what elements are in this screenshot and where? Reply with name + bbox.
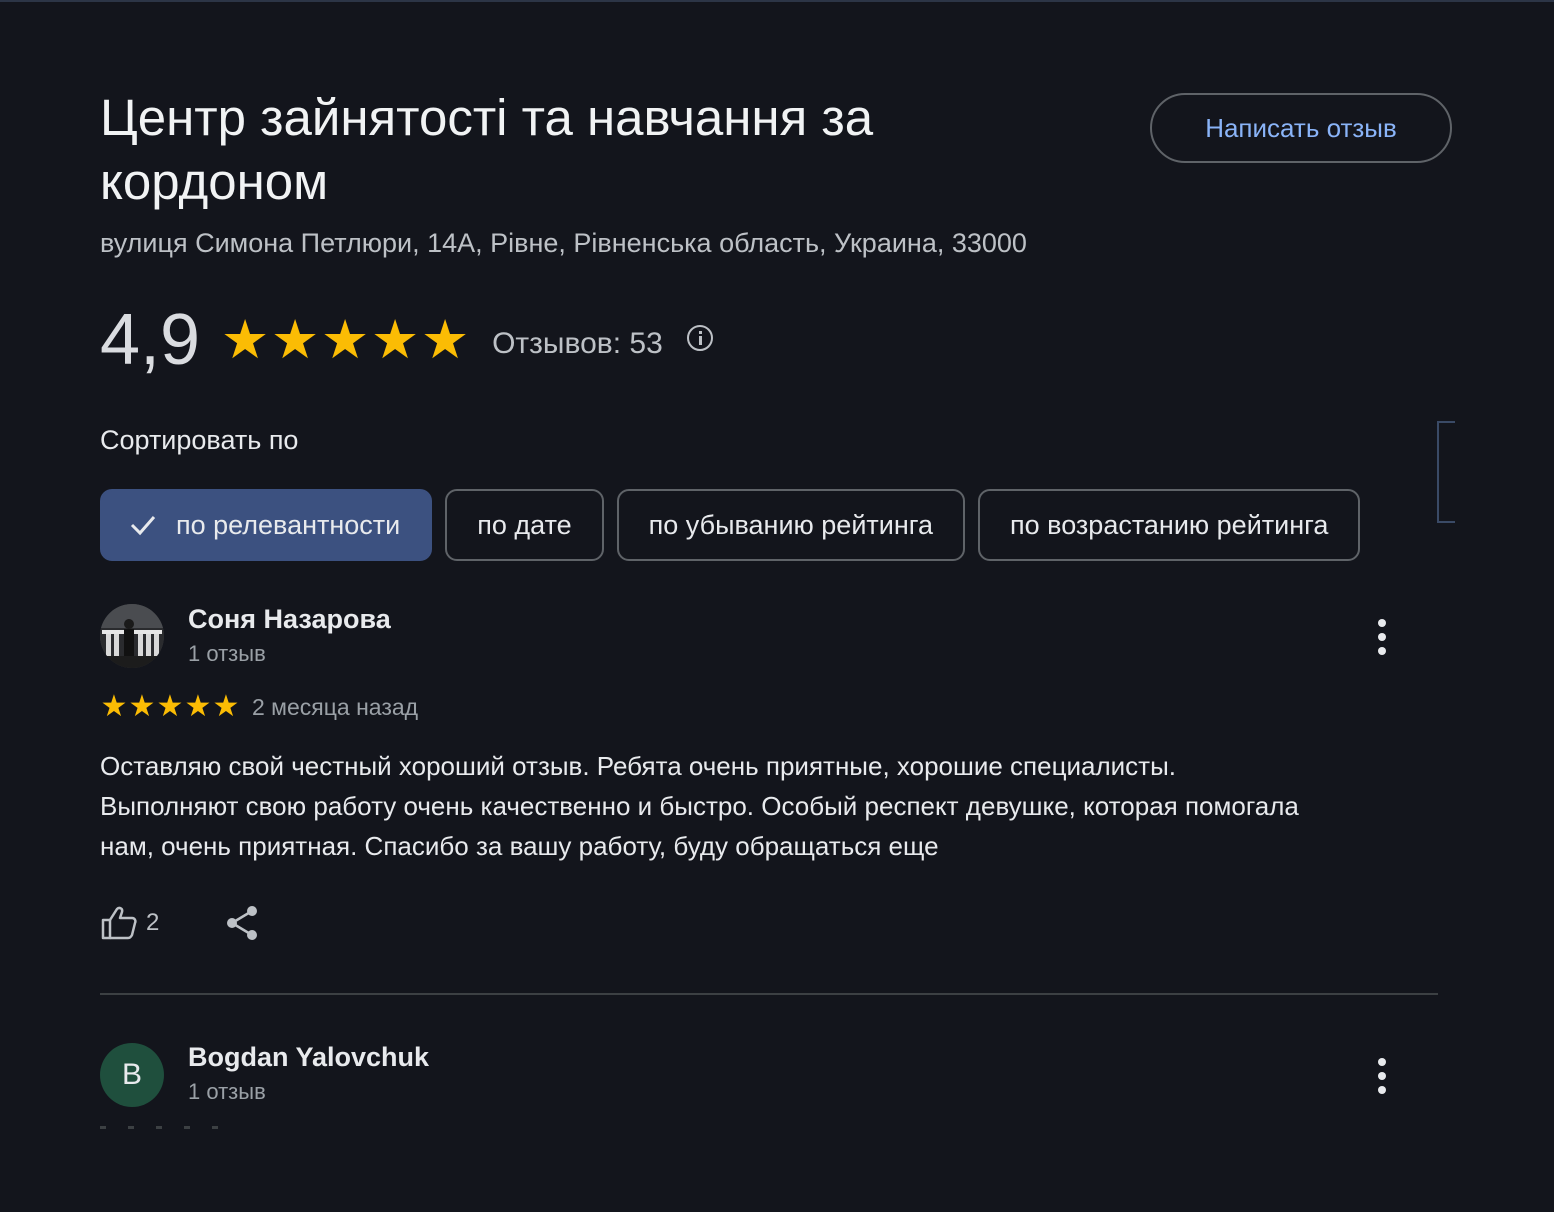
review-count: Отзывов: 53 — [492, 327, 663, 360]
star-icon: ★ — [420, 310, 470, 370]
sort-chip-rating-desc[interactable]: по убыванию рейтинга — [616, 489, 966, 561]
review-date: 2 месяца назад — [252, 693, 419, 720]
star-icon: ★ — [320, 310, 370, 370]
sort-chip-label: по возрастанию рейтинга — [1010, 509, 1329, 540]
review-actions: 2 — [100, 905, 259, 941]
reviewer-name[interactable]: Соня Назарова — [188, 604, 391, 635]
rating-value: 4,9 — [100, 300, 201, 380]
review-rating: ★ ★ ★ ★ ★ 2 месяца назад — [100, 690, 419, 724]
info-icon[interactable] — [686, 325, 713, 351]
star-icon: ★ — [220, 310, 270, 370]
thumbs-up-icon[interactable] — [100, 905, 138, 941]
place-address: вулиця Симона Петлюри, 14А, Рівне, Рівне… — [100, 228, 1027, 258]
sort-chip-date[interactable]: по дате — [445, 489, 604, 561]
rating-summary: 4,9 ★ ★ ★ ★ ★ Отзывов: 53 — [100, 300, 713, 380]
sort-chip-label: по дате — [477, 509, 572, 540]
reviewer-name[interactable]: Bogdan Yalovchuk — [188, 1042, 429, 1073]
avatar[interactable] — [100, 604, 164, 668]
scrollbar-thumb[interactable] — [1437, 421, 1455, 523]
star-icon: ★ — [128, 690, 156, 723]
sort-label: Сортировать по — [100, 425, 299, 455]
reviewer-review-count: 1 отзыв — [188, 1079, 266, 1104]
reviewer-review-count: 1 отзыв — [188, 641, 266, 666]
more-options-icon[interactable] — [1370, 1058, 1394, 1094]
share-icon[interactable] — [225, 905, 259, 941]
write-review-button[interactable]: Написать отзыв — [1150, 93, 1452, 163]
sort-chips: по релевантности по дате по убыванию рей… — [100, 489, 1361, 561]
sort-chip-label: по убыванию рейтинга — [648, 509, 934, 540]
like-count: 2 — [146, 909, 160, 936]
rating-stars: ★ ★ ★ ★ ★ — [220, 310, 470, 370]
avatar-photo-image — [100, 604, 164, 668]
sort-chip-relevance[interactable]: по релевантности — [100, 489, 433, 561]
check-icon — [130, 516, 156, 536]
review-divider — [100, 993, 1438, 995]
star-icon: ★ — [212, 690, 240, 723]
star-icon: ★ — [270, 310, 320, 370]
place-title: Центр зайнятості та навчання за кордоном — [100, 89, 874, 210]
sort-chip-label: по релевантности — [176, 509, 401, 540]
review-rating-partial — [100, 1126, 218, 1129]
sort-chip-rating-asc[interactable]: по возрастанию рейтинга — [978, 489, 1361, 561]
star-icon: ★ — [100, 690, 128, 723]
window-top-border — [0, 0, 1554, 2]
more-options-icon[interactable] — [1370, 619, 1394, 655]
star-icon: ★ — [156, 690, 184, 723]
review-text: Оставляю свой честный хороший отзыв. Реб… — [100, 751, 1299, 861]
avatar[interactable]: B — [100, 1043, 164, 1107]
star-icon: ★ — [370, 310, 420, 370]
star-icon: ★ — [184, 690, 212, 723]
